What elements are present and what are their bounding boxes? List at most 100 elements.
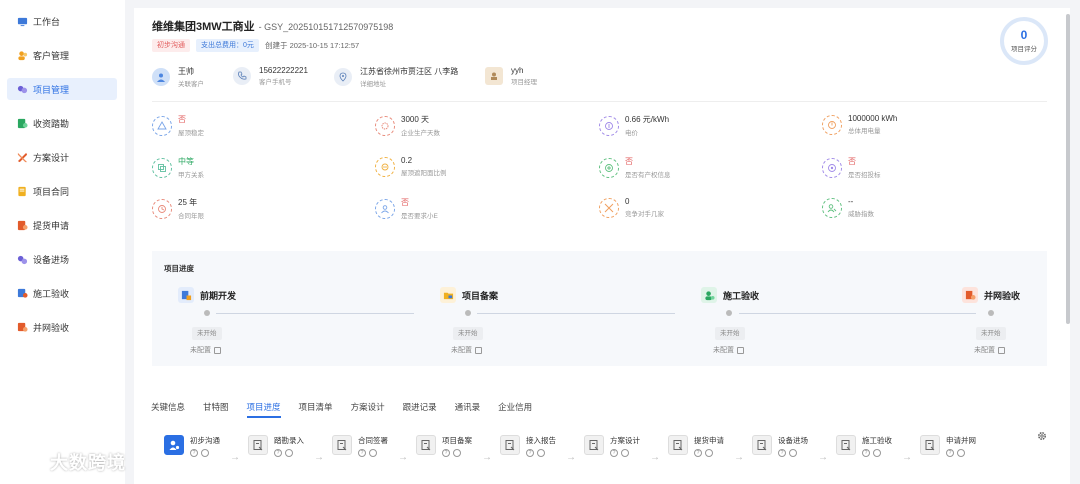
tab-contacts[interactable]: 通讯录	[455, 401, 481, 418]
delivery-icon	[17, 220, 28, 231]
flow-step-grid-apply[interactable]: 申请并网?	[920, 435, 976, 457]
grid-acceptance-icon	[962, 287, 978, 303]
workflow-step-icon	[416, 435, 436, 455]
users-icon	[17, 50, 28, 61]
tab-progress[interactable]: 项目进度	[246, 401, 281, 418]
workflow-step-label: 申请并网	[946, 436, 976, 445]
progress-connector	[739, 313, 976, 314]
stage-label: 项目备案	[462, 290, 499, 301]
equipment-icon	[17, 254, 28, 265]
contact-manager: yyh 项目经理	[485, 66, 537, 86]
workflow-step-icon	[500, 435, 520, 455]
tab-followup[interactable]: 跟进记录	[403, 401, 437, 418]
flow-step-initial[interactable]: 初步沟通?	[164, 435, 220, 457]
help-icon[interactable]: ?	[442, 449, 450, 457]
status-circle-icon	[957, 449, 965, 457]
relation-icon	[152, 157, 172, 178]
shade-icon	[375, 156, 395, 177]
stat-item: 3000 天企业生产天数	[375, 114, 440, 137]
stage-config-link[interactable]: 未配置	[974, 345, 1005, 355]
sidebar-item-workbench[interactable]: 工作台	[7, 10, 117, 32]
status-circle-icon	[873, 449, 881, 457]
stat-value: 1000000 kWh	[848, 114, 898, 123]
stat-label: 甲方关系	[178, 172, 204, 179]
sidebar-item-projects[interactable]: 项目管理	[7, 78, 117, 100]
workflow-step-icon	[668, 435, 688, 455]
contact-address: 江苏省徐州市贾汪区 八李路 详细地址	[334, 66, 458, 88]
help-icon[interactable]: ?	[190, 449, 198, 457]
threat-icon	[822, 197, 842, 218]
stat-item: 中等 甲方关系	[152, 156, 204, 179]
stage-status-badge: 未开始	[715, 327, 745, 340]
sidebar-item-label: 收资踏勘	[33, 118, 70, 129]
sidebar-item-survey[interactable]: 收资踏勘	[7, 112, 117, 134]
help-icon[interactable]: ?	[778, 449, 786, 457]
progress-connector	[216, 313, 414, 314]
progress-dot	[988, 310, 994, 316]
flow-step-equipment[interactable]: 设备进场?	[752, 435, 808, 457]
score-value: 0	[1020, 28, 1028, 42]
contact-key: 项目经理	[511, 79, 537, 86]
help-icon[interactable]: ?	[358, 449, 366, 457]
tab-checklist[interactable]: 项目清单	[299, 401, 333, 418]
flow-step-design[interactable]: 方案设计?	[584, 435, 640, 457]
sidebar: 工作台 客户管理 项目管理 收资踏勘 方案设计 项目合同 提货申请 设备进场 施…	[0, 0, 125, 484]
stage-config-link[interactable]: 未配置	[451, 345, 482, 355]
stage-construction: 施工验收	[701, 287, 759, 303]
scrollbar[interactable]	[1066, 14, 1070, 324]
tab-key-info[interactable]: 关键信息	[151, 401, 185, 418]
stage-config-link[interactable]: 未配置	[713, 345, 744, 355]
folder-icon	[440, 287, 456, 303]
stat-value: 3000 天	[401, 115, 430, 124]
survey-icon	[17, 118, 28, 129]
sidebar-item-label: 项目管理	[33, 84, 70, 95]
contact-key: 客户手机号	[259, 79, 292, 86]
flow-step-access-report[interactable]: 接入报告?	[500, 435, 556, 457]
tab-credit[interactable]: 企业信用	[498, 401, 532, 418]
help-icon[interactable]: ?	[946, 449, 954, 457]
sidebar-item-construction[interactable]: 施工验收	[7, 282, 117, 304]
stat-label: 威胁指数	[848, 211, 874, 218]
sidebar-item-equipment[interactable]: 设备进场	[7, 248, 117, 270]
stat-item: 否屋顶稳定	[152, 114, 204, 137]
stat-item: 否是否要求小E	[375, 197, 438, 220]
tab-design[interactable]: 方案设计	[351, 401, 385, 418]
stage-config-link[interactable]: 未配置	[190, 345, 221, 355]
status-circle-icon	[705, 449, 713, 457]
contact-value: 江苏省徐州市贾汪区 八李路	[360, 67, 459, 76]
arrow-right-icon: →	[398, 452, 408, 463]
flow-step-construction[interactable]: 施工验收?	[836, 435, 892, 457]
sidebar-item-design[interactable]: 方案设计	[7, 146, 117, 168]
flow-step-delivery[interactable]: 提货申请?	[668, 435, 724, 457]
stat-label: 是否要求小E	[401, 213, 438, 220]
stage-label: 前期开发	[200, 290, 237, 301]
help-icon[interactable]: ?	[526, 449, 534, 457]
tab-gantt[interactable]: 甘特图	[203, 401, 229, 418]
sidebar-item-label: 工作台	[33, 16, 61, 27]
project-score: 0 项目评分	[1000, 17, 1048, 65]
help-icon[interactable]: ?	[610, 449, 618, 457]
flow-step-filing[interactable]: 项目备案?	[416, 435, 472, 457]
settings-gear-icon[interactable]	[1037, 431, 1047, 441]
status-circle-icon	[369, 449, 377, 457]
project-code: - GSY_202510151712570975198	[258, 22, 394, 32]
status-circle-icon	[789, 449, 797, 457]
sidebar-item-contract[interactable]: 项目合同	[7, 180, 117, 202]
sidebar-item-delivery[interactable]: 提货申请	[7, 214, 117, 236]
flow-step-contract[interactable]: 合同签署?	[332, 435, 388, 457]
help-icon[interactable]: ?	[694, 449, 702, 457]
workflow-step-icon	[752, 435, 772, 455]
workflow-step-icon	[248, 435, 268, 455]
workflow-step-icon	[920, 435, 940, 455]
sidebar-item-customers[interactable]: 客户管理	[7, 44, 117, 66]
config-label: 未配置	[451, 347, 472, 354]
worker-icon	[701, 287, 717, 303]
help-icon[interactable]: ?	[274, 449, 282, 457]
status-circle-icon	[537, 449, 545, 457]
sidebar-item-grid[interactable]: 并网验收	[7, 316, 117, 338]
sidebar-item-label: 提货申请	[33, 220, 70, 231]
edit-icon	[998, 346, 1005, 354]
flow-step-survey[interactable]: 踏勘录入?	[248, 435, 304, 457]
workflow-step-icon	[584, 435, 604, 455]
help-icon[interactable]: ?	[862, 449, 870, 457]
